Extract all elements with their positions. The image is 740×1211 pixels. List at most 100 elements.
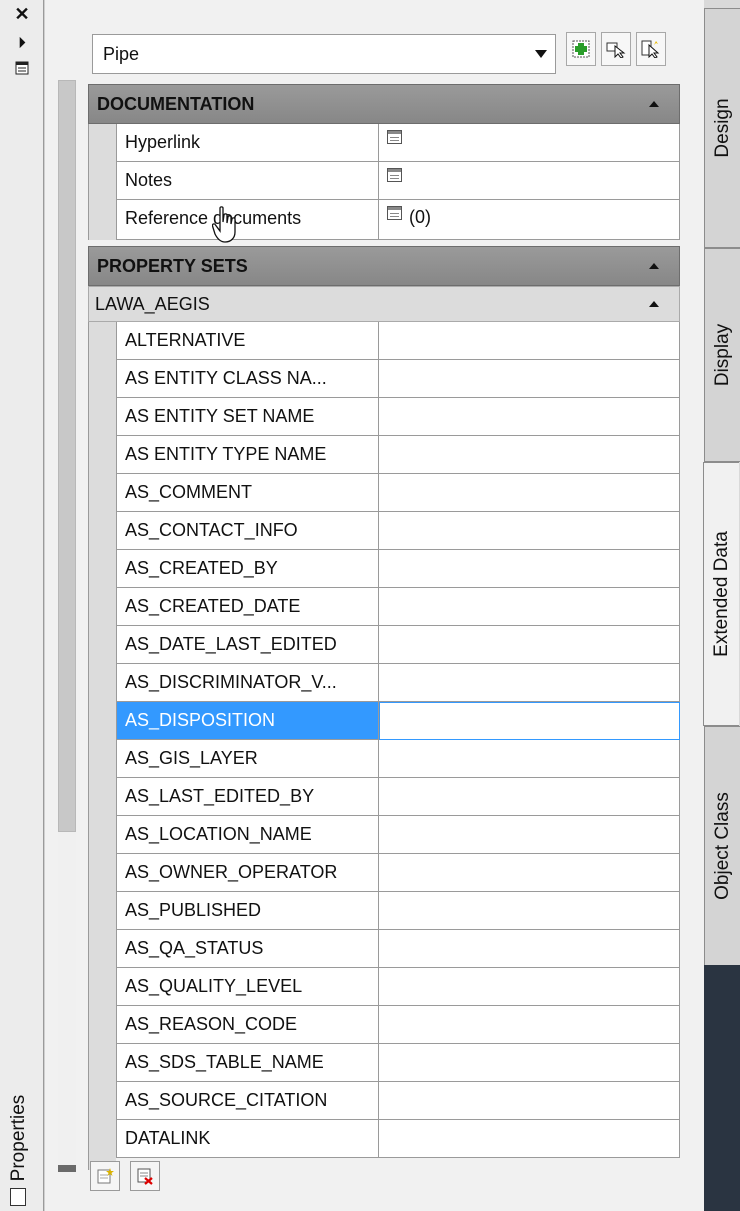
property-value-as-discriminator-v[interactable] xyxy=(379,664,680,702)
properties-menu-icon[interactable] xyxy=(10,56,34,80)
property-value-as-published[interactable] xyxy=(379,892,680,930)
collapse-icon[interactable] xyxy=(649,263,659,269)
property-name-hyperlink[interactable]: Hyperlink xyxy=(116,124,379,162)
quick-select-button[interactable] xyxy=(636,32,666,66)
property-value-as-entity-class-na[interactable] xyxy=(379,360,680,398)
property-name-as-entity-set-name[interactable]: AS ENTITY SET NAME xyxy=(116,398,379,436)
worksheet-icon[interactable] xyxy=(387,130,402,144)
add-property-set-button[interactable] xyxy=(90,1161,120,1191)
property-value-alternative[interactable] xyxy=(379,322,680,360)
property-label: AS_LAST_EDITED_BY xyxy=(125,786,315,806)
property-name-as-contact-info[interactable]: AS_CONTACT_INFO xyxy=(116,512,379,550)
remove-property-set-button[interactable] xyxy=(130,1161,160,1191)
property-value-as-qa-status[interactable] xyxy=(379,930,680,968)
property-name-as-qa-status[interactable]: AS_QA_STATUS xyxy=(116,930,379,968)
property-label: DATALINK xyxy=(125,1128,211,1148)
category-title: PROPERTY SETS xyxy=(97,256,248,276)
property-label: AS_OWNER_OPERATOR xyxy=(125,862,338,882)
property-value-as-reason-code[interactable] xyxy=(379,1006,680,1044)
property-value-as-comment[interactable] xyxy=(379,474,680,512)
property-value-as-entity-set-name[interactable] xyxy=(379,398,680,436)
property-set-title: LAWA_AEGIS xyxy=(95,294,210,314)
autohide-icon[interactable]: ⏵ xyxy=(10,30,34,54)
property-name-as-comment[interactable]: AS_COMMENT xyxy=(116,474,379,512)
toggle-pickadd-icon xyxy=(572,40,590,58)
property-value-hyperlink[interactable] xyxy=(379,124,680,162)
property-value-as-contact-info[interactable] xyxy=(379,512,680,550)
object-type-dropdown[interactable]: Pipe xyxy=(92,34,556,74)
property-name-as-discriminator-v[interactable]: AS_DISCRIMINATOR_V... xyxy=(116,664,379,702)
select-objects-button[interactable] xyxy=(601,32,631,66)
property-value-reference-documents[interactable]: (0) xyxy=(379,200,680,240)
tab-extended-data[interactable]: Extended Data xyxy=(703,462,739,726)
tab-object-class[interactable]: Object Class xyxy=(704,726,740,966)
property-label: AS_REASON_CODE xyxy=(125,1014,298,1034)
worksheet-icon[interactable] xyxy=(387,206,402,220)
property-name-as-quality-level[interactable]: AS_QUALITY_LEVEL xyxy=(116,968,379,1006)
property-name-as-location-name[interactable]: AS_LOCATION_NAME xyxy=(116,816,379,854)
property-value-as-owner-operator[interactable] xyxy=(379,854,680,892)
property-value-as-location-name[interactable] xyxy=(379,816,680,854)
property-name-as-date-last-edited[interactable]: AS_DATE_LAST_EDITED xyxy=(116,626,379,664)
category-property-sets[interactable]: PROPERTY SETS xyxy=(88,246,680,286)
category-documentation[interactable]: DOCUMENTATION xyxy=(88,84,680,124)
tab-display[interactable]: Display xyxy=(704,248,740,462)
property-name-as-gis-layer[interactable]: AS_GIS_LAYER xyxy=(116,740,379,778)
property-name-as-published[interactable]: AS_PUBLISHED xyxy=(116,892,379,930)
property-name-as-disposition[interactable]: AS_DISPOSITION xyxy=(116,702,379,740)
property-label: AS_CONTACT_INFO xyxy=(125,520,298,540)
row-gutter xyxy=(88,322,116,1170)
property-value-as-disposition[interactable] xyxy=(379,702,680,740)
select-objects-icon xyxy=(606,42,626,58)
property-value-as-date-last-edited[interactable] xyxy=(379,626,680,664)
property-name-alternative[interactable]: ALTERNATIVE xyxy=(116,322,379,360)
property-label: AS ENTITY SET NAME xyxy=(125,406,315,426)
property-value-as-sds-table-name[interactable] xyxy=(379,1044,680,1082)
property-name-as-last-edited-by[interactable]: AS_LAST_EDITED_BY xyxy=(116,778,379,816)
property-value-as-created-by[interactable] xyxy=(379,550,680,588)
property-value-as-quality-level[interactable] xyxy=(379,968,680,1006)
palette-icon xyxy=(10,1188,26,1206)
property-label: AS_LOCATION_NAME xyxy=(125,824,312,844)
property-name-as-reason-code[interactable]: AS_REASON_CODE xyxy=(116,1006,379,1044)
row-gutter xyxy=(88,124,116,240)
close-icon[interactable]: ✕ xyxy=(10,2,34,26)
collapse-icon[interactable] xyxy=(649,301,659,307)
property-label: AS_GIS_LAYER xyxy=(125,748,258,768)
worksheet-icon[interactable] xyxy=(387,168,402,182)
property-name-datalink[interactable]: DATALINK xyxy=(116,1120,379,1158)
hand-cursor-icon xyxy=(212,206,236,243)
property-name-as-created-date[interactable]: AS_CREATED_DATE xyxy=(116,588,379,626)
add-property-set-icon xyxy=(97,1168,114,1184)
property-name-as-entity-class-na[interactable]: AS ENTITY CLASS NA... xyxy=(116,360,379,398)
property-name-notes[interactable]: Notes xyxy=(116,162,379,200)
property-value-as-gis-layer[interactable] xyxy=(379,740,680,778)
property-value-as-last-edited-by[interactable] xyxy=(379,778,680,816)
property-label: AS_DATE_LAST_EDITED xyxy=(125,634,337,654)
chevron-down-icon xyxy=(535,50,547,58)
property-name-as-source-citation[interactable]: AS_SOURCE_CITATION xyxy=(116,1082,379,1120)
property-set-lawa-aegis[interactable]: LAWA_AEGIS xyxy=(88,286,680,322)
property-value-as-entity-type-name[interactable] xyxy=(379,436,680,474)
property-name-as-created-by[interactable]: AS_CREATED_BY xyxy=(116,550,379,588)
property-value-datalink[interactable] xyxy=(379,1120,680,1158)
palette-title: Properties xyxy=(8,1094,29,1182)
property-name-as-entity-type-name[interactable]: AS ENTITY TYPE NAME xyxy=(116,436,379,474)
object-type-value: Pipe xyxy=(103,44,140,64)
tabs-empty-area xyxy=(704,965,740,1211)
property-name-as-sds-table-name[interactable]: AS_SDS_TABLE_NAME xyxy=(116,1044,379,1082)
property-value-notes[interactable] xyxy=(379,162,680,200)
property-label: AS_PUBLISHED xyxy=(125,900,262,920)
tab-design[interactable]: Design xyxy=(704,8,740,248)
collapse-icon[interactable] xyxy=(649,101,659,107)
property-label: AS_SDS_TABLE_NAME xyxy=(125,1052,324,1072)
property-value-as-source-citation[interactable] xyxy=(379,1082,680,1120)
property-value-as-created-date[interactable] xyxy=(379,588,680,626)
property-name-as-owner-operator[interactable]: AS_OWNER_OPERATOR xyxy=(116,854,379,892)
remove-property-set-icon xyxy=(137,1168,153,1185)
toggle-pickadd-button[interactable] xyxy=(566,32,596,66)
property-label: AS ENTITY TYPE NAME xyxy=(125,444,327,464)
property-name-reference-documents[interactable]: Reference documents xyxy=(116,200,379,240)
property-label: AS ENTITY CLASS NA... xyxy=(125,368,327,388)
scrollbar-thumb[interactable] xyxy=(58,80,76,832)
